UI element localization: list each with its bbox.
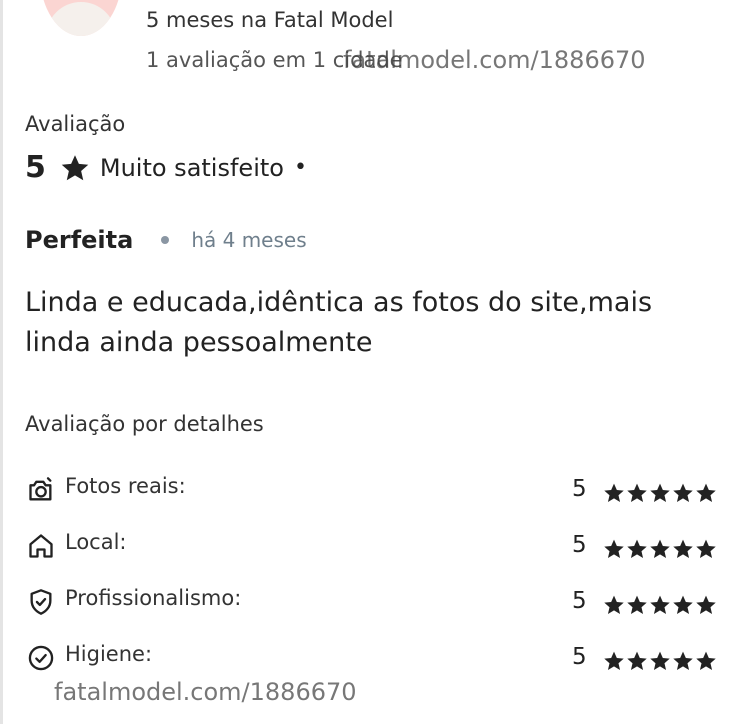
star-icon — [696, 651, 716, 670]
reviewer-tenure: 5 meses na Fatal Model — [146, 8, 394, 32]
star-icon — [627, 483, 647, 502]
left-border — [0, 0, 3, 724]
detail-label: Higiene: — [65, 642, 153, 666]
star-icon — [696, 539, 716, 558]
check-circle-icon — [28, 645, 54, 671]
camera-icon — [29, 477, 52, 501]
watermark: fatalmodel.com/1886670 — [343, 46, 646, 74]
home-icon — [29, 534, 53, 558]
star-icon — [650, 595, 670, 614]
avatar-face — [46, 2, 116, 36]
star-icon — [673, 539, 693, 558]
star-icon — [696, 595, 716, 614]
detail-stars — [603, 650, 718, 672]
star-icon — [604, 595, 624, 614]
review-body: Linda e educada,idêntica as fotos do sit… — [25, 287, 653, 358]
star-icon — [650, 483, 670, 502]
detail-row-fotos-reais: Fotos reais: 5 — [25, 472, 725, 506]
star-icon — [650, 539, 670, 558]
rating-sentiment: Muito satisfeito — [99, 153, 284, 182]
detail-row-profissionalismo: Profissionalismo: 5 — [25, 584, 725, 618]
star-icon — [604, 539, 624, 558]
review-title: Perfeita — [25, 226, 134, 254]
detail-row-local: Local: 5 — [25, 528, 725, 562]
star-icon — [604, 483, 624, 502]
star-icon — [627, 651, 647, 670]
detail-stars — [603, 538, 718, 560]
star-icon — [673, 483, 693, 502]
rating-separator: • — [293, 155, 307, 180]
detail-score: 5 — [572, 476, 587, 502]
star-icon — [650, 651, 670, 670]
star-icon — [627, 595, 647, 614]
separator-dot — [161, 236, 170, 244]
detail-row-higiene: Higiene: 5 — [25, 640, 725, 674]
rating-score: 5 — [25, 150, 46, 185]
star-icon — [673, 595, 693, 614]
star-icon — [627, 539, 647, 558]
overall-rating: 5 Muito satisfeito • — [25, 150, 307, 185]
detail-stars — [603, 594, 718, 616]
details-label: Avaliação por detalhes — [25, 412, 264, 436]
watermark: fatalmodel.com/1886670 — [54, 678, 357, 706]
detail-stars — [603, 482, 718, 504]
shield-check-icon — [30, 589, 52, 615]
star-icon — [673, 651, 693, 670]
star-icon — [604, 651, 624, 670]
review-time: há 4 meses — [191, 228, 307, 252]
detail-score: 5 — [572, 644, 587, 670]
detail-label: Profissionalismo: — [65, 586, 242, 610]
detail-score: 5 — [572, 588, 587, 614]
rating-label: Avaliação — [25, 112, 126, 136]
avatar[interactable] — [40, 0, 122, 36]
detail-score: 5 — [572, 532, 587, 558]
detail-label: Fotos reais: — [65, 474, 186, 498]
review-header: Perfeita há 4 meses — [25, 226, 307, 254]
star-icon — [696, 483, 716, 502]
detail-label: Local: — [65, 530, 127, 554]
star-icon — [61, 154, 89, 180]
